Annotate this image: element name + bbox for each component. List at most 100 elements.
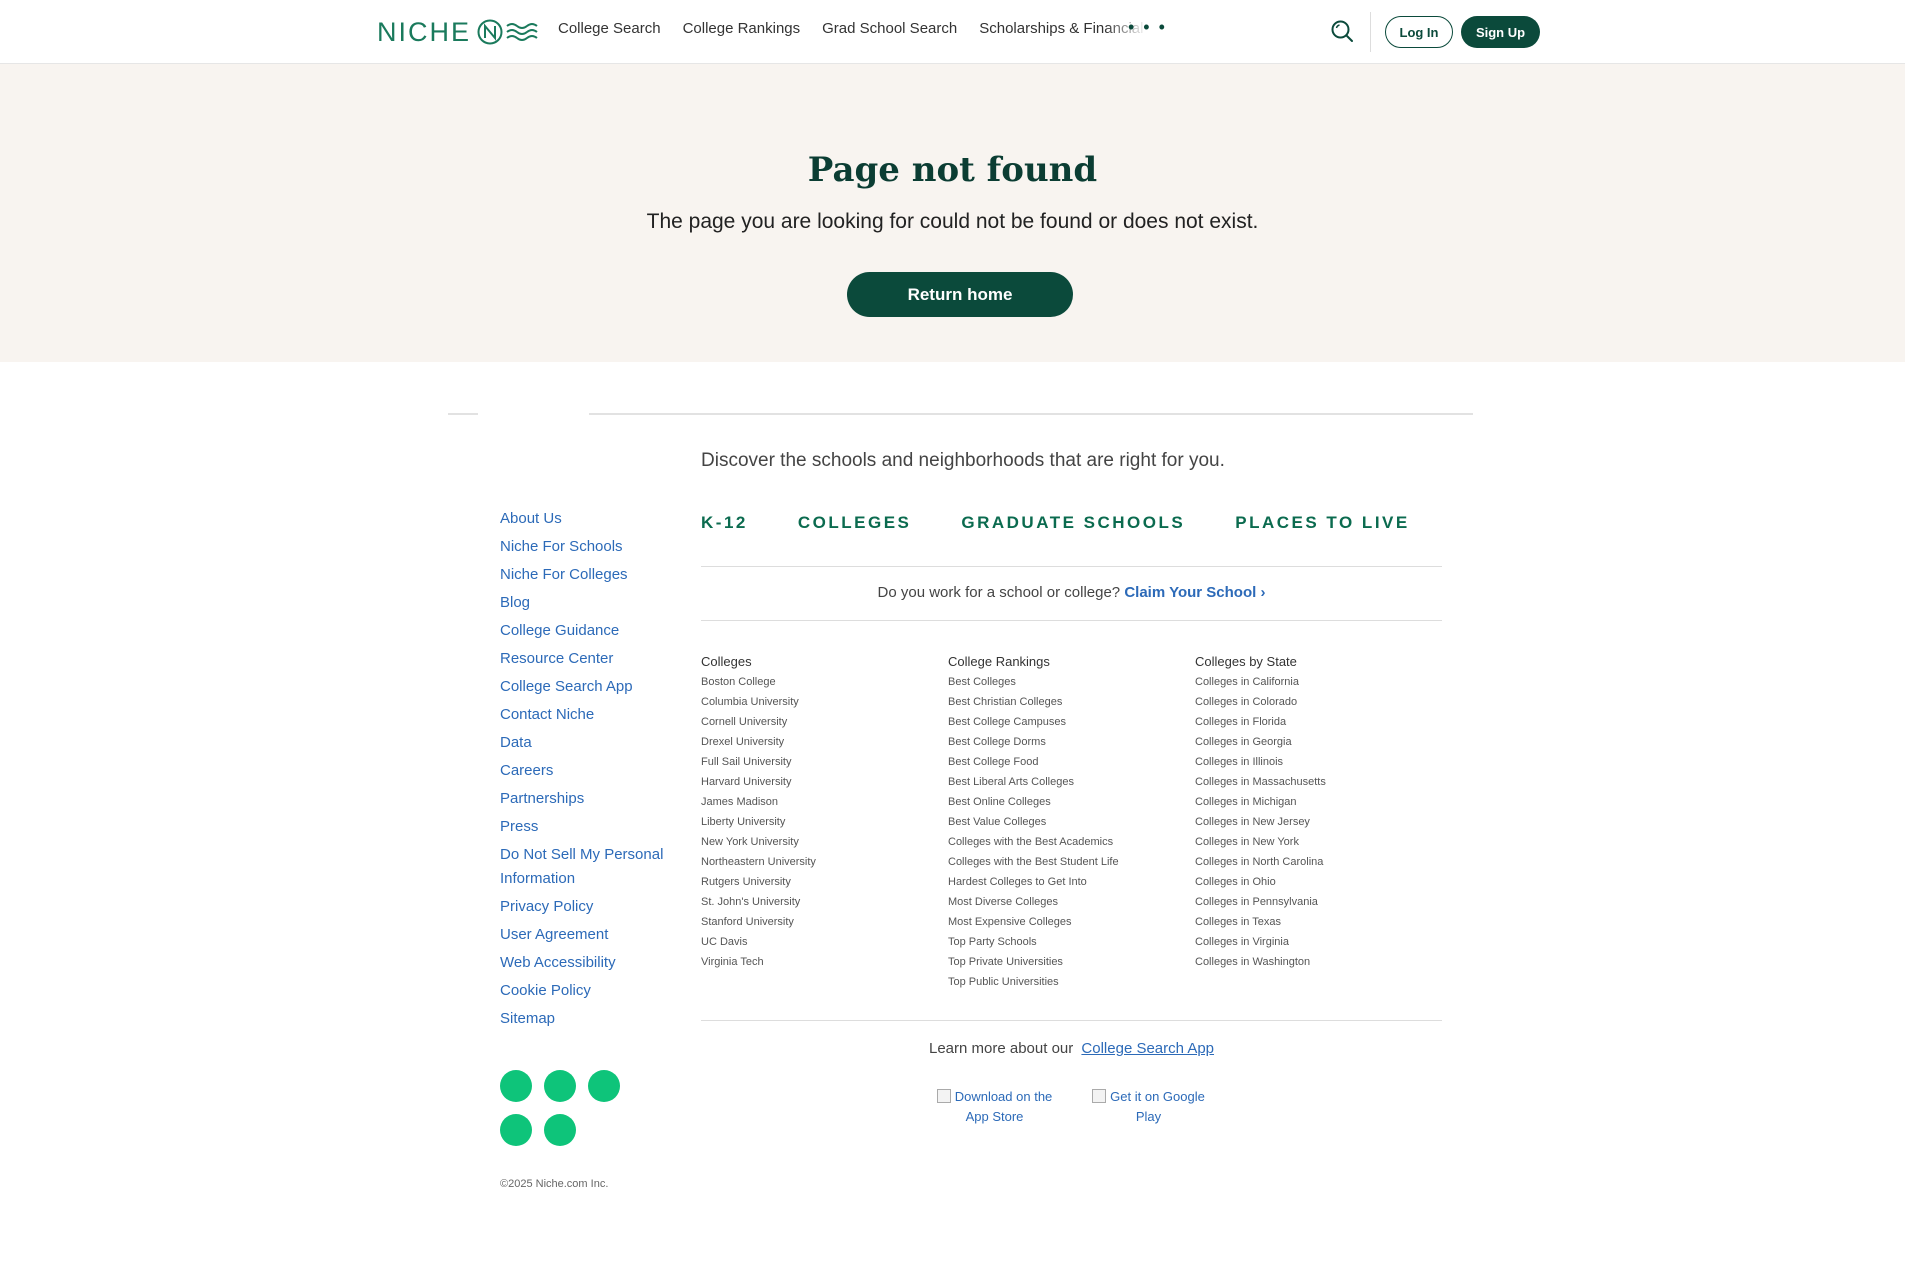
list-item[interactable]: Full Sail University bbox=[701, 752, 931, 772]
niche-logo-icon bbox=[477, 19, 538, 45]
footer-link-cookie-policy[interactable]: Cookie Policy bbox=[500, 977, 680, 1005]
list-item[interactable]: Best Online Colleges bbox=[948, 792, 1178, 812]
error-message: The page you are looking for could not b… bbox=[646, 210, 1259, 233]
footer-link-do-not-sell[interactable]: Do Not Sell My Personal Information bbox=[500, 843, 680, 891]
nav-college-search[interactable]: College Search bbox=[558, 20, 661, 37]
list-item[interactable]: Top Private Universities bbox=[948, 952, 1178, 972]
list-item[interactable]: Best Colleges bbox=[948, 672, 1178, 692]
list-item[interactable]: Most Diverse Colleges bbox=[948, 892, 1178, 912]
vertical-nav: K-12 COLLEGES GRADUATE SCHOOLS PLACES TO… bbox=[701, 513, 1410, 533]
footer-link-college-search-app[interactable]: College Search App bbox=[500, 673, 680, 701]
google-play-badge[interactable]: Get it on Google Play bbox=[1081, 1087, 1216, 1127]
list-item[interactable]: Colleges with the Best Academics bbox=[948, 832, 1178, 852]
list-item[interactable]: Colleges in New Jersey bbox=[1195, 812, 1425, 832]
nav-scholarships[interactable]: Scholarships & Financial Aid bbox=[979, 20, 1147, 37]
vertical-graduate-schools[interactable]: GRADUATE SCHOOLS bbox=[961, 513, 1185, 533]
list-item[interactable]: Harvard University bbox=[701, 772, 931, 792]
social-icon[interactable] bbox=[544, 1070, 576, 1102]
broken-image-icon bbox=[1092, 1089, 1107, 1103]
nav-grad-school-search[interactable]: Grad School Search bbox=[822, 20, 957, 37]
list-item[interactable]: Colleges in North Carolina bbox=[1195, 852, 1425, 872]
list-item[interactable]: Rutgers University bbox=[701, 872, 931, 892]
footer-link-contact[interactable]: Contact Niche bbox=[500, 701, 680, 729]
footer-link-privacy-policy[interactable]: Privacy Policy bbox=[500, 893, 680, 921]
list-item[interactable]: Colleges in Florida bbox=[1195, 712, 1425, 732]
vertical-colleges[interactable]: COLLEGES bbox=[798, 513, 912, 533]
footer-link-list: About Us Niche For Schools Niche For Col… bbox=[500, 505, 680, 1033]
social-icon[interactable] bbox=[500, 1114, 532, 1146]
list-item[interactable]: Colleges in Georgia bbox=[1195, 732, 1425, 752]
list-item[interactable]: Colleges in Colorado bbox=[1195, 692, 1425, 712]
list-item[interactable]: Best College Dorms bbox=[948, 732, 1178, 752]
list-item[interactable]: Colleges in Texas bbox=[1195, 912, 1425, 932]
list-item[interactable]: St. John's University bbox=[701, 892, 931, 912]
list-item[interactable]: Drexel University bbox=[701, 732, 931, 752]
nav-college-rankings[interactable]: College Rankings bbox=[683, 20, 801, 37]
footer-link-college-guidance[interactable]: College Guidance bbox=[500, 617, 680, 645]
site-header: NICHE College Search College Rankings Gr… bbox=[0, 0, 1905, 64]
list-item[interactable]: James Madison bbox=[701, 792, 931, 812]
list-item[interactable]: UC Davis bbox=[701, 932, 931, 952]
footer-link-web-accessibility[interactable]: Web Accessibility bbox=[500, 949, 680, 977]
list-item[interactable]: Colleges in Washington bbox=[1195, 952, 1425, 972]
footer-link-sitemap[interactable]: Sitemap bbox=[500, 1005, 680, 1033]
list-item[interactable]: Boston College bbox=[701, 672, 931, 692]
return-home-button[interactable]: Return home bbox=[847, 272, 1073, 317]
list-item[interactable]: Stanford University bbox=[701, 912, 931, 932]
footer-rule-short bbox=[448, 413, 478, 415]
footer-link-about-us[interactable]: About Us bbox=[500, 505, 680, 533]
list-item[interactable]: Best College Campuses bbox=[948, 712, 1178, 732]
column-heading: Colleges by State bbox=[1195, 654, 1297, 669]
niche-logo[interactable]: NICHE bbox=[377, 17, 539, 47]
list-item[interactable]: Virginia Tech bbox=[701, 952, 931, 972]
footer-link-data[interactable]: Data bbox=[500, 729, 680, 757]
list-item[interactable]: Colleges in New York bbox=[1195, 832, 1425, 852]
list-item[interactable]: Colleges in California bbox=[1195, 672, 1425, 692]
app-store-badge[interactable]: Download on the App Store bbox=[927, 1087, 1062, 1127]
footer-link-resource-center[interactable]: Resource Center bbox=[500, 645, 680, 673]
footer-link-niche-for-colleges[interactable]: Niche For Colleges bbox=[500, 561, 680, 589]
learn-prompt: Learn more about our bbox=[928, 1040, 1074, 1057]
list-item[interactable]: Colleges in Michigan bbox=[1195, 792, 1425, 812]
list-item[interactable]: Best Christian Colleges bbox=[948, 692, 1178, 712]
list-item[interactable]: Colleges with the Best Student Life bbox=[948, 852, 1178, 872]
vertical-places-to-live[interactable]: PLACES TO LIVE bbox=[1235, 513, 1410, 533]
broken-image-icon bbox=[936, 1089, 951, 1103]
list-item[interactable]: Top Public Universities bbox=[948, 972, 1178, 992]
list-item[interactable]: Hardest Colleges to Get Into bbox=[948, 872, 1178, 892]
google-play-alt: Get it on Google Play bbox=[1110, 1089, 1205, 1124]
social-icon[interactable] bbox=[588, 1070, 620, 1102]
list-item[interactable]: Liberty University bbox=[701, 812, 931, 832]
list-item[interactable]: Colleges in Massachusetts bbox=[1195, 772, 1425, 792]
footer-link-partnerships[interactable]: Partnerships bbox=[500, 785, 680, 813]
list-item[interactable]: New York University bbox=[701, 832, 931, 852]
search-icon[interactable] bbox=[1330, 19, 1354, 43]
list-item[interactable]: Best Liberal Arts Colleges bbox=[948, 772, 1178, 792]
list-item[interactable]: Most Expensive Colleges bbox=[948, 912, 1178, 932]
list-item[interactable]: Cornell University bbox=[701, 712, 931, 732]
social-icon[interactable] bbox=[544, 1114, 576, 1146]
footer-link-blog[interactable]: Blog bbox=[500, 589, 680, 617]
more-menu-icon[interactable]: • • • bbox=[1128, 17, 1167, 38]
list-item[interactable]: Best Value Colleges bbox=[948, 812, 1178, 832]
list-item[interactable]: Colleges in Pennsylvania bbox=[1195, 892, 1425, 912]
vertical-k12[interactable]: K-12 bbox=[701, 513, 748, 533]
list-item[interactable]: Northeastern University bbox=[701, 852, 931, 872]
list-item[interactable]: Top Party Schools bbox=[948, 932, 1178, 952]
footer-rule-long bbox=[589, 413, 1473, 415]
signup-button[interactable]: Sign Up bbox=[1461, 16, 1540, 48]
footer-link-careers[interactable]: Careers bbox=[500, 757, 680, 785]
list-item[interactable]: Columbia University bbox=[701, 692, 931, 712]
list-item[interactable]: Best College Food bbox=[948, 752, 1178, 772]
college-search-app-link[interactable]: College Search App bbox=[1081, 1040, 1214, 1057]
footer-link-user-agreement[interactable]: User Agreement bbox=[500, 921, 680, 949]
footer-link-niche-for-schools[interactable]: Niche For Schools bbox=[500, 533, 680, 561]
login-button[interactable]: Log In bbox=[1385, 16, 1453, 48]
footer-divider bbox=[701, 1020, 1442, 1021]
list-item[interactable]: Colleges in Virginia bbox=[1195, 932, 1425, 952]
social-icon[interactable] bbox=[500, 1070, 532, 1102]
footer-link-press[interactable]: Press bbox=[500, 813, 680, 841]
claim-school-link[interactable]: Claim Your School › bbox=[1124, 584, 1265, 601]
list-item[interactable]: Colleges in Ohio bbox=[1195, 872, 1425, 892]
list-item[interactable]: Colleges in Illinois bbox=[1195, 752, 1425, 772]
